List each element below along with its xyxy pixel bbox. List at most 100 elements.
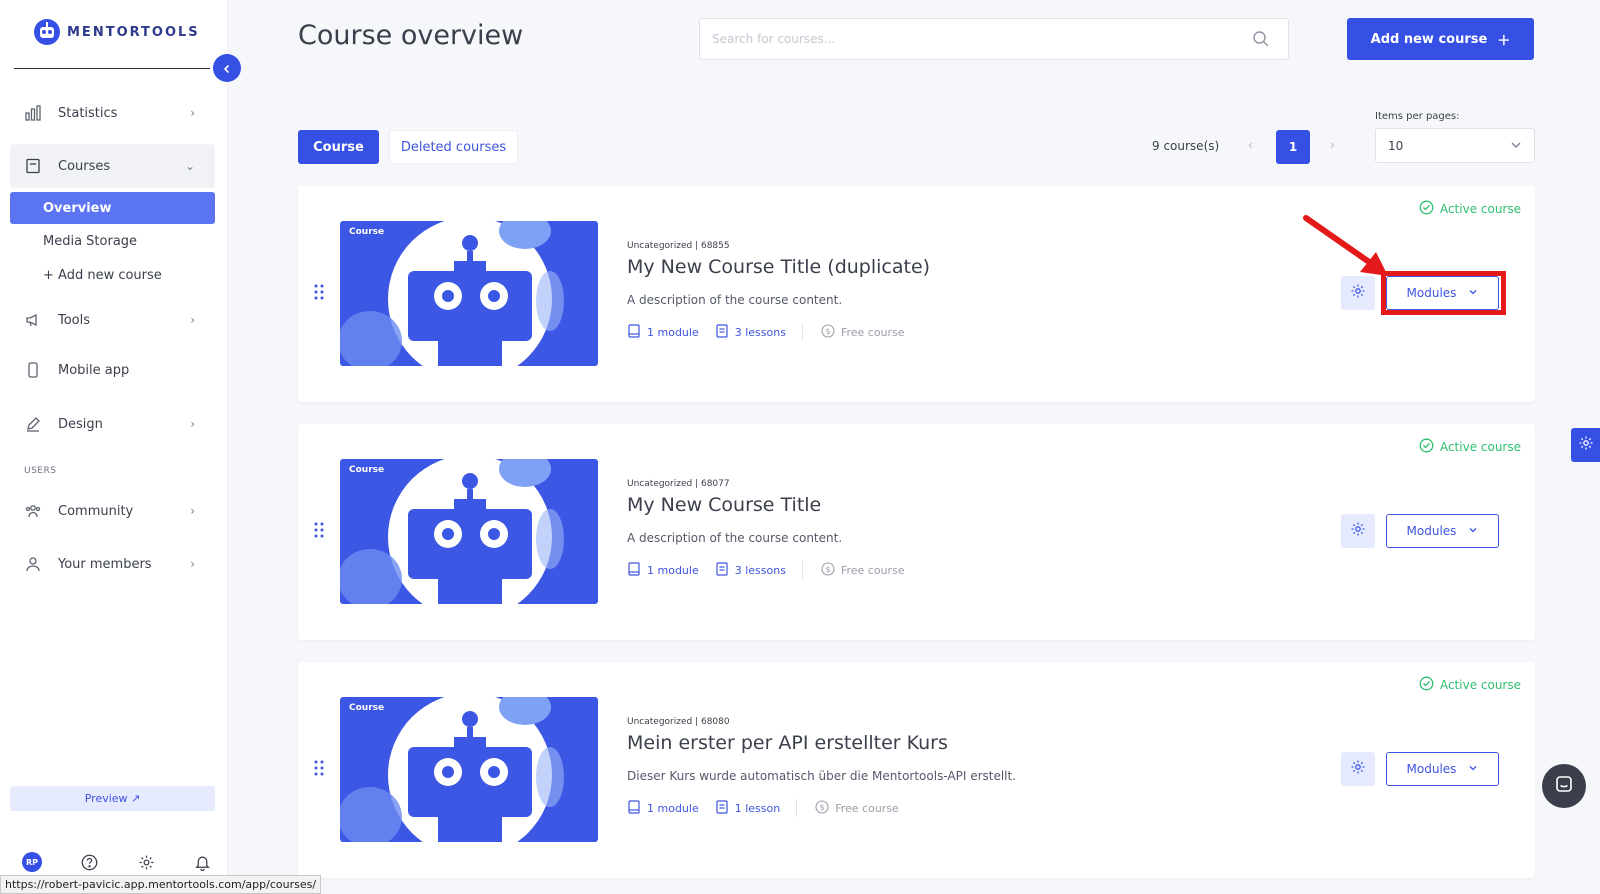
tab-deleted-courses[interactable]: Deleted courses — [389, 130, 518, 164]
chat-button[interactable] — [1542, 764, 1586, 808]
price-label: Free course — [840, 325, 905, 339]
modules-count-label: 1 module — [647, 801, 699, 815]
sidebar-item-mobile-app[interactable]: Mobile app — [10, 348, 215, 392]
divider — [801, 561, 803, 579]
book-icon — [627, 323, 641, 341]
page-title: Course overview — [298, 20, 524, 51]
divider — [801, 323, 803, 341]
items-per-page-select[interactable]: 10 — [1375, 128, 1535, 163]
pagination-next[interactable]: › — [1330, 138, 1335, 152]
help-icon[interactable] — [81, 853, 99, 871]
status-badge: Active course — [1419, 676, 1521, 694]
mobile-icon — [24, 361, 42, 379]
sidebar: MENTORTOOLS Statistics › Courses ⌄ Overv… — [0, 0, 228, 894]
document-icon — [715, 323, 729, 341]
course-stats: 1 module 3 lessons $ Free course — [627, 323, 921, 341]
section-label-users: USERS — [24, 466, 57, 476]
modules-count[interactable]: 1 module — [627, 323, 699, 341]
sidebar-subitem-overview[interactable]: Overview — [10, 192, 215, 224]
course-card: Course Uncategorized | 68077 My New Cour… — [298, 424, 1535, 640]
robot-illustration-icon — [340, 459, 564, 604]
chevron-right-icon: › — [190, 557, 195, 571]
divider — [796, 799, 798, 817]
highlight-box — [1381, 271, 1506, 315]
thumbnail-label: Course — [349, 465, 385, 475]
floating-settings-button[interactable] — [1571, 428, 1600, 462]
price-info: $ Free course — [821, 323, 905, 341]
course-title[interactable]: Mein erster per API erstellter Kurs — [627, 732, 948, 754]
modules-count[interactable]: 1 module — [627, 799, 699, 817]
chevron-down-icon — [1468, 762, 1478, 776]
dollar-circle-icon: $ — [815, 799, 829, 817]
chevron-down-icon: ⌄ — [184, 159, 195, 173]
sidebar-item-your-members[interactable]: Your members › — [10, 542, 215, 586]
chat-icon — [1554, 774, 1574, 798]
drag-handle-icon[interactable] — [314, 284, 326, 304]
document-icon — [715, 561, 729, 579]
chevron-down-icon — [1468, 524, 1478, 538]
course-description: Dieser Kurs wurde automatisch über die M… — [627, 769, 1017, 783]
book-icon — [24, 157, 42, 175]
course-settings-button[interactable] — [1341, 514, 1375, 548]
course-settings-button[interactable] — [1341, 752, 1375, 786]
gear-icon — [1350, 283, 1366, 303]
sidebar-subitem-add-course[interactable]: + Add new course — [10, 259, 215, 291]
avatar[interactable]: RP — [22, 852, 42, 872]
sidebar-item-tools[interactable]: Tools › — [10, 298, 215, 342]
user-icon — [24, 555, 42, 573]
robot-illustration-icon — [340, 697, 564, 842]
gear-icon — [1578, 435, 1594, 455]
gear-icon — [1350, 759, 1366, 779]
megaphone-icon — [24, 311, 42, 329]
book-icon — [627, 799, 641, 817]
sidebar-subitem-media-storage[interactable]: Media Storage — [10, 225, 215, 257]
pagination-prev[interactable]: ‹ — [1248, 138, 1253, 152]
modules-dropdown-button[interactable]: Modules — [1386, 514, 1499, 548]
sidebar-item-label: Courses — [58, 158, 111, 174]
sidebar-item-design[interactable]: Design › — [10, 402, 215, 446]
course-title[interactable]: My New Course Title (duplicate) — [627, 256, 930, 278]
preview-button[interactable]: Preview ↗ — [10, 786, 215, 811]
lessons-count[interactable]: 3 lessons — [715, 561, 786, 579]
search-input[interactable] — [700, 19, 1220, 59]
logo[interactable]: MENTORTOOLS — [33, 18, 200, 46]
lessons-count[interactable]: 1 lesson — [715, 799, 780, 817]
robot-illustration-icon — [340, 221, 564, 366]
course-card: Course Uncategorized | 68080 Mein erster… — [298, 662, 1535, 878]
robot-logo-icon — [34, 19, 60, 45]
sidebar-item-label: Tools — [58, 312, 91, 328]
pagination-page[interactable]: 1 — [1276, 130, 1310, 164]
svg-text:$: $ — [825, 565, 830, 574]
modules-count[interactable]: 1 module — [627, 561, 699, 579]
people-icon — [24, 502, 42, 520]
document-icon — [715, 799, 729, 817]
brand-name: MENTORTOOLS — [67, 24, 200, 40]
drag-handle-icon[interactable] — [314, 522, 326, 542]
tab-course[interactable]: Course — [298, 130, 379, 164]
course-thumbnail[interactable]: Course — [340, 459, 598, 604]
bar-chart-icon — [24, 104, 42, 122]
sidebar-item-statistics[interactable]: Statistics › — [10, 91, 215, 135]
thumbnail-label: Course — [349, 703, 385, 713]
course-meta: Uncategorized | 68077 — [627, 479, 730, 489]
modules-count-label: 1 module — [647, 325, 699, 339]
course-thumbnail[interactable]: Course — [340, 697, 598, 842]
lessons-count[interactable]: 3 lessons — [715, 323, 786, 341]
course-thumbnail[interactable]: Course — [340, 221, 598, 366]
search-icon[interactable] — [1252, 30, 1270, 52]
status-label: Active course — [1439, 440, 1521, 454]
chevron-down-icon — [1510, 139, 1522, 154]
modules-dropdown-button[interactable]: Modules — [1386, 752, 1499, 786]
drag-handle-icon[interactable] — [314, 760, 326, 780]
svg-text:$: $ — [820, 803, 825, 812]
gear-icon[interactable] — [137, 853, 155, 871]
sidebar-collapse-button[interactable] — [213, 54, 241, 82]
price-label: Free course — [835, 801, 899, 815]
book-icon — [627, 561, 641, 579]
course-title[interactable]: My New Course Title — [627, 494, 821, 516]
price-info: $ Free course — [821, 561, 905, 579]
sidebar-item-courses[interactable]: Courses ⌄ — [10, 144, 215, 188]
sidebar-item-community[interactable]: Community › — [10, 489, 215, 533]
add-course-button[interactable]: Add new course ＋ — [1347, 18, 1534, 60]
bell-icon[interactable] — [194, 853, 212, 871]
